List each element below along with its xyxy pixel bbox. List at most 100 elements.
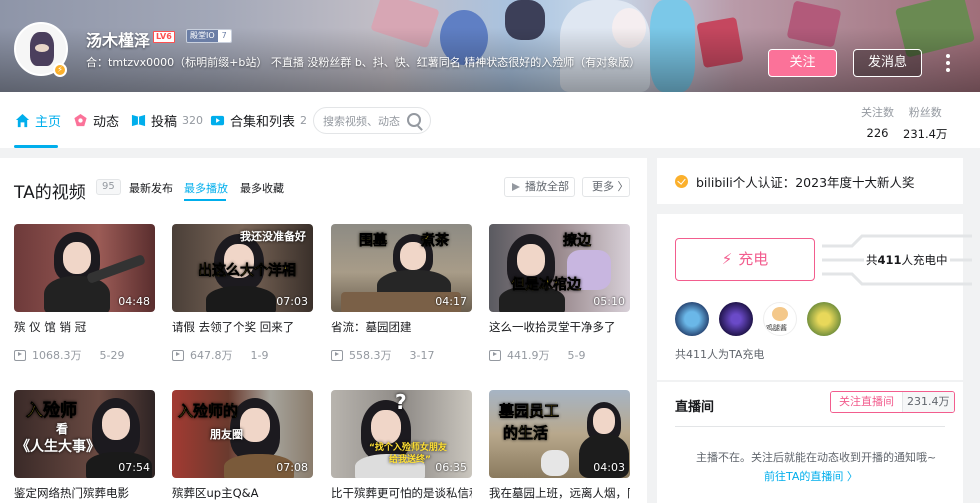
video-date: 5-9 [567, 348, 586, 362]
thumb-face [517, 244, 545, 276]
supporter-avatar[interactable] [719, 302, 753, 336]
fans-value: 231.4万 [903, 127, 948, 141]
thumb-caption: 但是冰棺边 [511, 277, 582, 294]
tab-collections[interactable]: 合集和列表 2 [210, 111, 307, 130]
video-title[interactable]: 我在墓园上班，远离人烟，同 [489, 485, 630, 501]
charge-button[interactable]: ⚡ 充电 [675, 238, 815, 281]
video-thumbnail[interactable]: 围墓 煮茶 04:17 [331, 224, 472, 312]
video-thumbnail[interactable]: 墓园员工 的生活 04:03 [489, 390, 630, 478]
thumb-face [63, 242, 91, 274]
video-card[interactable]: 我还没准备好 出这么大个洋相 07:03 请假 去领了个奖 回来了 647.8万… [172, 224, 313, 363]
video-title[interactable]: 比干殡葬更可怕的是谈私信和 [331, 485, 472, 501]
video-thumbnail[interactable]: 04:48 [14, 224, 155, 312]
posts-icon [131, 114, 146, 127]
tab-latest[interactable]: 最新发布 [129, 180, 173, 196]
thumb-caption: 撩边 [563, 233, 592, 250]
home-icon [15, 113, 30, 128]
video-title[interactable]: 殡葬区up主Q&A [172, 485, 313, 501]
tab-posts[interactable]: 投稿 320 [131, 111, 203, 130]
video-title[interactable]: 鉴定网络热门殡葬电影 [14, 485, 155, 501]
follow-live-button[interactable]: 关注直播间 231.4万 [830, 391, 955, 413]
video-card[interactable]: 围墓 煮茶 04:17 省流：墓园团建 558.3万 3-17 [331, 224, 472, 363]
fans-medal[interactable]: 殿堂IO 7 [186, 29, 232, 43]
tab-dynamic[interactable]: 动态 [73, 111, 119, 130]
tab-most-favorited[interactable]: 最多收藏 [240, 180, 284, 196]
tab-home-label: 主页 [35, 115, 62, 130]
thumb-caption: 朋友圈 [210, 428, 243, 441]
video-title[interactable]: 殡 仪 馆 销 冠 [14, 319, 155, 335]
video-card[interactable]: 撩边 但是冰棺边 05:10 这么一收拾灵堂干净多了 441.9万 5-9 [489, 224, 630, 363]
video-count-badge: 95 [96, 179, 121, 195]
play-count-icon [172, 349, 184, 361]
following-label: 关注数 [861, 106, 894, 119]
video-duration: 04:17 [435, 295, 467, 308]
live-fans-count: 231.4万 [902, 392, 954, 412]
video-thumbnail[interactable]: 入殓师 看 《人生大事》 07:54 [14, 390, 155, 478]
charge-count-prefix: 共 [866, 253, 878, 267]
thumb-caption: 煮茶 [421, 233, 450, 250]
fans-medal-level: 7 [217, 30, 231, 42]
tab-home[interactable]: 主页 [15, 111, 61, 130]
video-title[interactable]: 省流：墓园团建 [331, 319, 472, 335]
video-thumbnail[interactable]: ? “找个入殓师女朋友 给我送终” 06:35 [331, 390, 472, 478]
play-all-button[interactable]: 播放全部 [504, 177, 575, 197]
profile-search-input[interactable]: 搜索视频、动态 [313, 107, 431, 134]
tab-posts-label: 投稿 [151, 115, 178, 130]
supporter-avatar[interactable] [675, 302, 709, 336]
video-card[interactable]: 入殓师的 朋友圈 07:08 殡葬区up主Q&A [172, 390, 313, 501]
video-card[interactable]: 04:48 殡 仪 馆 销 冠 1068.3万 5-29 [14, 224, 155, 363]
charge-count: 共411人充电中 [864, 252, 950, 268]
thumb-face [102, 408, 130, 440]
tab-underline [184, 199, 226, 201]
video-duration: 04:48 [118, 295, 150, 308]
search-icon[interactable] [407, 113, 421, 127]
thumb-caption: 入殓师的 [178, 402, 239, 421]
thumb-caption: 入殓师 [26, 401, 78, 422]
follow-button[interactable]: 关注 [768, 49, 837, 77]
verified-badge-icon: ⚡ [53, 63, 67, 77]
tab-most-played[interactable]: 最多播放 [184, 180, 228, 196]
video-title[interactable]: 请假 去领了个奖 回来了 [172, 319, 313, 335]
thumb-dog [541, 450, 569, 476]
tab-posts-count: 320 [182, 114, 204, 127]
videos-section: TA的视频 95 最新发布 最多播放 最多收藏 播放全部 更多 〉 04:48 … [0, 158, 647, 503]
fans-stat[interactable]: 粉丝数 231.4万 [903, 104, 947, 142]
video-meta: 1068.3万 5-29 [14, 347, 155, 363]
user-sign: 合：tmtzvx0000（标明前缀+b站） 不直播 没粉丝群 b、抖、快、红薯同… [86, 56, 641, 69]
thumb-caption: 墓园员工 [499, 402, 560, 421]
video-date: 3-17 [409, 348, 435, 362]
more-options-icon[interactable] [938, 53, 958, 73]
video-meta: 647.8万 1-9 [172, 347, 313, 363]
video-meta: 441.9万 5-9 [489, 347, 630, 363]
charge-card: ⚡ 充电 共411人充电中 鸡腿酱 共411人为TA充电 [657, 214, 972, 380]
video-duration: 07:03 [276, 295, 308, 308]
video-duration: 07:08 [276, 461, 308, 474]
tab-collections-count: 2 [300, 114, 308, 127]
video-thumbnail[interactable]: 入殓师的 朋友圈 07:08 [172, 390, 313, 478]
supporter-avatar[interactable]: 鸡腿酱 [763, 302, 797, 336]
more-videos-button[interactable]: 更多 〉 [582, 177, 630, 197]
section-title: TA的视频 [14, 183, 86, 203]
supporter-avatar[interactable] [807, 302, 841, 336]
charge-count-value: 411 [877, 253, 902, 267]
thumb-body [44, 276, 110, 312]
thumb-caption: 围墓 [359, 233, 388, 250]
video-thumbnail[interactable]: 我还没准备好 出这么大个洋相 07:03 [172, 224, 313, 312]
search-placeholder: 搜索视频、动态 [323, 115, 400, 128]
video-duration: 06:35 [435, 461, 467, 474]
video-card[interactable]: ? “找个入殓师女朋友 给我送终” 06:35 比干殡葬更可怕的是谈私信和 [331, 390, 472, 501]
following-stat[interactable]: 关注数 226 [861, 104, 894, 140]
thumb-caption: 出这么大个洋相 [198, 263, 297, 280]
video-title[interactable]: 这么一收拾灵堂干净多了 [489, 319, 630, 335]
fans-label: 粉丝数 [908, 106, 942, 119]
video-thumbnail[interactable]: 撩边 但是冰棺边 05:10 [489, 224, 630, 312]
video-card[interactable]: 入殓师 看 《人生大事》 07:54 鉴定网络热门殡葬电影 [14, 390, 155, 501]
tab-collections-label: 合集和列表 [230, 115, 296, 130]
video-card[interactable]: 墓园员工 的生活 04:03 我在墓园上班，远离人烟，同 [489, 390, 630, 501]
thumb-face [371, 410, 401, 444]
following-value: 226 [866, 126, 889, 140]
username: 汤木槿泽 [86, 31, 151, 50]
send-message-button[interactable]: 发消息 [853, 49, 922, 77]
live-offline-tip: 主播不在。关注后就能在动态收到开播的通知哦~ [696, 451, 937, 464]
go-to-live-room-link[interactable]: 前往TA的直播间 〉 [764, 468, 858, 484]
